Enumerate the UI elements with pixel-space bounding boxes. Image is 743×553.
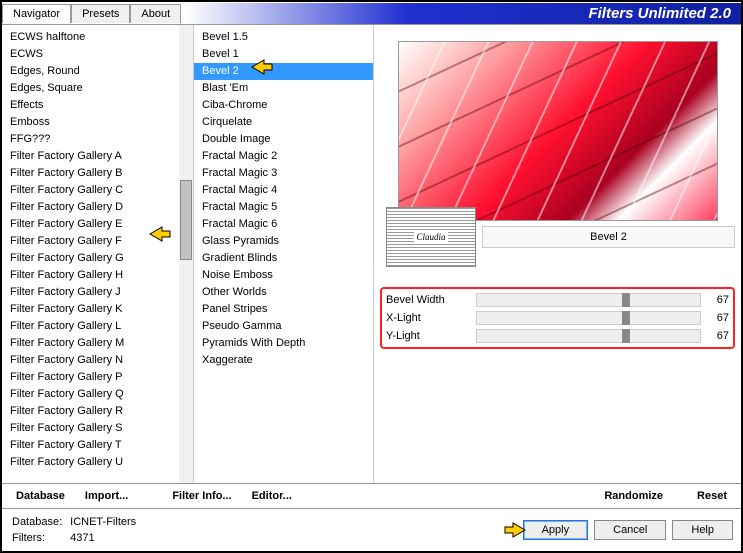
param-slider[interactable] bbox=[476, 311, 701, 325]
filter-item[interactable]: Fractal Magic 6 bbox=[194, 216, 373, 233]
filter-item[interactable]: Panel Stripes bbox=[194, 301, 373, 318]
content: ECWS halftoneECWSEdges, RoundEdges, Squa… bbox=[2, 24, 741, 483]
filter-item[interactable]: Fractal Magic 4 bbox=[194, 182, 373, 199]
category-item[interactable]: Filter Factory Gallery L bbox=[2, 318, 193, 335]
category-item[interactable]: ECWS bbox=[2, 46, 193, 63]
category-item[interactable]: Filter Factory Gallery K bbox=[2, 301, 193, 318]
param-label: Bevel Width bbox=[386, 294, 476, 306]
param-label: X-Light bbox=[386, 312, 476, 324]
pointer-icon bbox=[503, 521, 527, 539]
tab-navigator[interactable]: Navigator bbox=[2, 4, 71, 23]
app-window: Navigator Presets About Filters Unlimite… bbox=[0, 0, 743, 553]
filter-item[interactable]: Fractal Magic 5 bbox=[194, 199, 373, 216]
filter-item[interactable]: Double Image bbox=[194, 131, 373, 148]
reset-button[interactable]: Reset bbox=[689, 488, 735, 504]
toolbar: Database Import... Filter Info... Editor… bbox=[2, 483, 741, 508]
filter-item[interactable]: Pseudo Gamma bbox=[194, 318, 373, 335]
category-item[interactable]: Filter Factory Gallery R bbox=[2, 403, 193, 420]
statusbar: Database: ICNET-Filters Filters: 4371 Ap… bbox=[2, 508, 741, 551]
param-slider[interactable] bbox=[476, 293, 701, 307]
filter-item[interactable]: Fractal Magic 2 bbox=[194, 148, 373, 165]
titlebar: Navigator Presets About Filters Unlimite… bbox=[2, 2, 741, 24]
db-value: ICNET-Filters bbox=[70, 515, 142, 529]
param-label: Y-Light bbox=[386, 330, 476, 342]
apply-button[interactable]: Apply bbox=[523, 520, 589, 540]
filter-item[interactable]: Glass Pyramids bbox=[194, 233, 373, 250]
category-item[interactable]: Filter Factory Gallery B bbox=[2, 165, 193, 182]
params-group: Bevel Width 67 X-Light 67 Y-Light 67 bbox=[380, 287, 735, 349]
pointer-icon bbox=[250, 58, 274, 76]
category-list[interactable]: ECWS halftoneECWSEdges, RoundEdges, Squa… bbox=[2, 25, 194, 483]
filter-item[interactable]: Fractal Magic 3 bbox=[194, 165, 373, 182]
category-item[interactable]: Filter Factory Gallery P bbox=[2, 369, 193, 386]
category-item[interactable]: Filter Factory Gallery U bbox=[2, 454, 193, 471]
filter-item[interactable]: Other Worlds bbox=[194, 284, 373, 301]
param-row: Bevel Width 67 bbox=[386, 291, 729, 309]
filter-title: Bevel 2 bbox=[482, 226, 735, 248]
category-item[interactable]: Edges, Square bbox=[2, 80, 193, 97]
category-item[interactable]: FFG??? bbox=[2, 131, 193, 148]
category-item[interactable]: Filter Factory Gallery T bbox=[2, 437, 193, 454]
dialog-buttons: Apply Cancel Help bbox=[503, 520, 733, 540]
category-item[interactable]: Filter Factory Gallery D bbox=[2, 199, 193, 216]
category-item[interactable]: Filter Factory Gallery N bbox=[2, 352, 193, 369]
filter-item[interactable]: Blast 'Em bbox=[194, 80, 373, 97]
tabs: Navigator Presets About bbox=[2, 4, 181, 23]
editor-button[interactable]: Editor... bbox=[244, 488, 300, 504]
pointer-icon bbox=[148, 225, 172, 243]
category-item[interactable]: Filter Factory Gallery Q bbox=[2, 386, 193, 403]
filter-item[interactable]: Bevel 1.5 bbox=[194, 29, 373, 46]
filters-value: 4371 bbox=[70, 531, 142, 545]
param-slider[interactable] bbox=[476, 329, 701, 343]
status-info: Database: ICNET-Filters Filters: 4371 bbox=[10, 513, 144, 547]
cancel-button[interactable]: Cancel bbox=[594, 520, 666, 540]
param-value: 67 bbox=[705, 294, 729, 306]
randomize-button[interactable]: Randomize bbox=[596, 488, 671, 504]
category-item[interactable]: ECWS halftone bbox=[2, 29, 193, 46]
filter-item[interactable]: Pyramids With Depth bbox=[194, 335, 373, 352]
param-value: 67 bbox=[705, 312, 729, 324]
category-item[interactable]: Effects bbox=[2, 97, 193, 114]
filter-item[interactable]: Xaggerate bbox=[194, 352, 373, 369]
filter-list[interactable]: Bevel 1.5Bevel 1Bevel 2Blast 'EmCiba-Chr… bbox=[194, 25, 374, 483]
preview-image bbox=[398, 41, 718, 221]
category-item[interactable]: Filter Factory Gallery M bbox=[2, 335, 193, 352]
filter-item[interactable]: Ciba-Chrome bbox=[194, 97, 373, 114]
param-row: Y-Light 67 bbox=[386, 327, 729, 345]
param-value: 67 bbox=[705, 330, 729, 342]
filter-item[interactable]: Cirquelate bbox=[194, 114, 373, 131]
category-item[interactable]: Filter Factory Gallery C bbox=[2, 182, 193, 199]
tab-presets[interactable]: Presets bbox=[71, 4, 130, 23]
category-item[interactable]: Filter Factory Gallery G bbox=[2, 250, 193, 267]
preview-panel: Claudia Bevel 2 Bevel Width67X-Light67Y-… bbox=[374, 25, 741, 483]
app-title: Filters Unlimited 2.0 bbox=[185, 3, 741, 24]
filter-item[interactable]: Bevel 2 bbox=[194, 63, 373, 80]
category-scrollbar[interactable] bbox=[179, 25, 193, 483]
watermark-badge: Claudia bbox=[386, 207, 476, 267]
param-row: X-Light 67 bbox=[386, 309, 729, 327]
category-item[interactable]: Filter Factory Gallery S bbox=[2, 420, 193, 437]
db-label: Database: bbox=[12, 515, 68, 529]
filter-item[interactable]: Noise Emboss bbox=[194, 267, 373, 284]
import-button[interactable]: Import... bbox=[77, 488, 136, 504]
filter-item[interactable]: Gradient Blinds bbox=[194, 250, 373, 267]
filters-label: Filters: bbox=[12, 531, 68, 545]
database-button[interactable]: Database bbox=[8, 488, 73, 504]
help-button[interactable]: Help bbox=[672, 520, 733, 540]
category-item[interactable]: Emboss bbox=[2, 114, 193, 131]
category-item[interactable]: Filter Factory Gallery J bbox=[2, 284, 193, 301]
category-item[interactable]: Edges, Round bbox=[2, 63, 193, 80]
filter-item[interactable]: Bevel 1 bbox=[194, 46, 373, 63]
scroll-thumb[interactable] bbox=[180, 180, 192, 260]
tab-about[interactable]: About bbox=[130, 4, 181, 23]
category-item[interactable]: Filter Factory Gallery H bbox=[2, 267, 193, 284]
filter-info-button[interactable]: Filter Info... bbox=[164, 488, 239, 504]
category-item[interactable]: Filter Factory Gallery A bbox=[2, 148, 193, 165]
